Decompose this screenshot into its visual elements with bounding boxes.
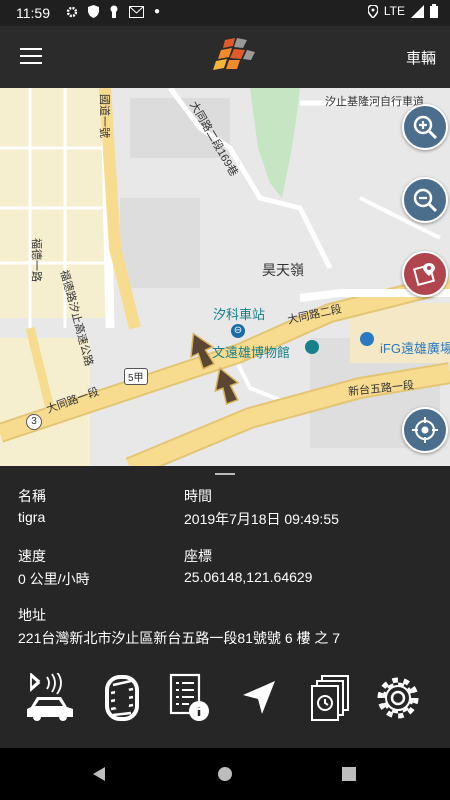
zoom-in-button[interactable]: [402, 104, 448, 150]
map-label-hill: 昊天嶺: [262, 262, 304, 278]
locate-button[interactable]: [402, 407, 448, 453]
status-notification-icons: ●: [66, 5, 160, 18]
action-toolbar: [0, 670, 450, 730]
history-icon: [311, 675, 349, 721]
route-shield-5: 5甲: [124, 368, 148, 385]
route-shield-3: 3: [26, 414, 42, 430]
location-status-icon: [367, 4, 378, 18]
map-label-museum: 文遠雄博物館: [212, 345, 291, 360]
map-pin-icon: [412, 263, 436, 287]
tire-icon: [105, 675, 139, 721]
vehicle-marker[interactable]: [185, 330, 217, 370]
status-right-icons: LTE: [367, 4, 438, 18]
menu-icon[interactable]: [20, 48, 42, 66]
navigate-button[interactable]: [231, 670, 287, 726]
shield-status-icon: [88, 5, 99, 18]
museum-pin-icon: [305, 340, 319, 354]
zoom-out-button[interactable]: [402, 177, 448, 223]
crosshair-icon: [412, 417, 438, 443]
map-label-ifg: iFG遠雄廣場: [380, 341, 450, 356]
gear-icon: [377, 677, 419, 719]
recents-icon[interactable]: [342, 767, 356, 781]
report-button[interactable]: [160, 670, 216, 726]
navigation-arrow-icon: [243, 681, 275, 714]
metro-icon: ⊖: [231, 324, 245, 338]
speed-value: 0 公里/小時: [18, 571, 90, 587]
home-icon[interactable]: [217, 766, 233, 782]
address-label: 地址: [18, 607, 46, 623]
document-info-icon: [169, 673, 209, 721]
app-bar: 車輛: [0, 26, 450, 88]
signal-icon: [411, 4, 424, 18]
bluetooth-car-button[interactable]: [22, 670, 78, 726]
address-value: 221台灣新北市汐止區新台五路一段81號號 6 樓 之 7: [18, 630, 341, 646]
map-label-road-b: 國道一號: [98, 94, 110, 138]
map-label-station: 汐科車站: [213, 307, 266, 322]
map-label-road-top: 汐止基隆河自行車道: [325, 96, 424, 108]
status-bar: 11:59 ● LTE: [0, 0, 450, 26]
name-value: tigra: [18, 509, 46, 525]
map-type-button[interactable]: [402, 251, 448, 297]
status-dot-icon: ●: [154, 6, 161, 17]
back-icon[interactable]: [91, 766, 107, 782]
system-navigation-bar: [0, 748, 450, 800]
speed-label: 速度: [18, 548, 46, 564]
settings-button[interactable]: [370, 670, 426, 726]
coord-label: 座標: [184, 548, 212, 564]
vehicle-details-panel: 名稱 tigra 時間 2019年7月18日 09:49:55 速度 0 公里/…: [0, 466, 450, 748]
map-label-road-c: 福德一路: [30, 238, 42, 282]
time-label: 時間: [184, 488, 212, 504]
network-label: LTE: [383, 4, 405, 18]
name-label: 名稱: [18, 488, 46, 504]
keyhole-status-icon: [110, 5, 118, 18]
settings-status-icon: [66, 6, 78, 17]
battery-icon: [430, 4, 438, 18]
vehicle-button[interactable]: 車輛: [406, 47, 436, 68]
zoom-out-icon: [413, 188, 438, 213]
time-value: 2019年7月18日 09:49:55: [184, 511, 339, 527]
status-time: 11:59: [16, 5, 50, 21]
coord-value: 25.06148,121.64629: [184, 569, 313, 585]
zoom-in-icon: [413, 115, 438, 140]
mail-status-icon: [129, 5, 144, 18]
history-button[interactable]: [302, 670, 358, 726]
app-logo: [213, 38, 255, 70]
map-view[interactable]: 汐止基隆河自行車道 大同路二段169巷 國道一號 福德一路 福德路汐止高速公路 …: [0, 88, 450, 468]
vehicle-marker[interactable]: [210, 365, 242, 405]
bluetooth-car-icon: [27, 673, 73, 721]
tire-button[interactable]: [94, 670, 150, 726]
ifg-pin-icon: [360, 332, 374, 346]
panel-drag-handle[interactable]: [215, 473, 235, 475]
